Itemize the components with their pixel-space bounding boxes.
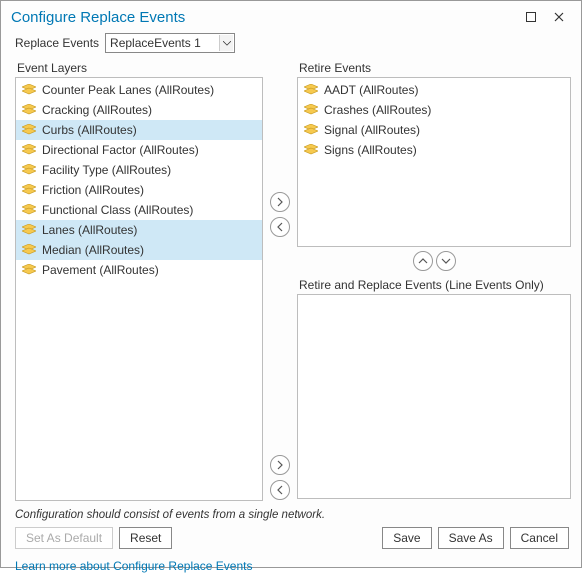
retire-events-list[interactable]: AADT (AllRoutes) Crashes (AllRoutes) Signa… <box>297 77 571 247</box>
right-column: Retire Events AADT (AllRoutes) Crashes (A… <box>297 59 571 501</box>
retire-events-item[interactable]: Signal (AllRoutes) <box>298 120 570 140</box>
titlebar: Configure Replace Events <box>1 1 581 29</box>
list-item-label: AADT (AllRoutes) <box>324 83 418 97</box>
list-item-label: Counter Peak Lanes (AllRoutes) <box>42 83 214 97</box>
retire-replace-list[interactable] <box>297 294 571 499</box>
list-item-label: Signal (AllRoutes) <box>324 123 420 137</box>
list-item-label: Lanes (AllRoutes) <box>42 223 137 237</box>
replace-events-dropdown[interactable]: ReplaceEvents 1 <box>105 33 235 53</box>
chevron-down-icon <box>219 35 233 51</box>
event-layers-item[interactable]: Facility Type (AllRoutes) <box>16 160 262 180</box>
reset-button[interactable]: Reset <box>119 527 172 549</box>
list-item-label: Crashes (AllRoutes) <box>324 103 431 117</box>
retire-transfer-group <box>270 191 290 238</box>
event-layer-icon <box>22 164 36 176</box>
event-layers-item[interactable]: Friction (AllRoutes) <box>16 180 262 200</box>
event-layer-icon <box>304 104 318 116</box>
list-item-label: Directional Factor (AllRoutes) <box>42 143 199 157</box>
hint-text: Configuration should consist of events f… <box>1 501 581 527</box>
list-item-label: Cracking (AllRoutes) <box>42 103 152 117</box>
retire-events-item[interactable]: Crashes (AllRoutes) <box>298 100 570 120</box>
retire-events-item[interactable]: Signs (AllRoutes) <box>298 140 570 160</box>
event-layers-item[interactable]: Cracking (AllRoutes) <box>16 100 262 120</box>
move-left-retrep-button[interactable] <box>270 480 290 500</box>
move-up-button[interactable] <box>413 251 433 271</box>
event-layer-icon <box>22 84 36 96</box>
event-layers-item[interactable]: Curbs (AllRoutes) <box>16 120 262 140</box>
event-layer-icon <box>22 104 36 116</box>
move-right-retrep-button[interactable] <box>270 455 290 475</box>
list-item-label: Functional Class (AllRoutes) <box>42 203 193 217</box>
list-item-label: Curbs (AllRoutes) <box>42 123 137 137</box>
event-layer-icon <box>22 184 36 196</box>
move-left-retire-button[interactable] <box>270 217 290 237</box>
replace-events-selected: ReplaceEvents 1 <box>105 33 235 53</box>
event-layers-item[interactable]: Median (AllRoutes) <box>16 240 262 260</box>
event-layers-label: Event Layers <box>17 61 263 75</box>
replace-events-label: Replace Events <box>15 36 99 50</box>
retrep-transfer-group <box>270 454 290 501</box>
list-item-label: Facility Type (AllRoutes) <box>42 163 171 177</box>
event-layer-icon <box>22 224 36 236</box>
move-right-retire-button[interactable] <box>270 192 290 212</box>
list-item-label: Median (AllRoutes) <box>42 243 144 257</box>
save-as-button[interactable]: Save As <box>438 527 504 549</box>
event-layer-icon <box>22 264 36 276</box>
list-item-label: Friction (AllRoutes) <box>42 183 144 197</box>
set-as-default-button[interactable]: Set As Default <box>15 527 113 549</box>
retire-events-label: Retire Events <box>299 61 571 75</box>
close-icon[interactable] <box>545 7 573 27</box>
event-layer-icon <box>22 144 36 156</box>
cancel-button[interactable]: Cancel <box>510 527 569 549</box>
event-layers-item[interactable]: Pavement (AllRoutes) <box>16 260 262 280</box>
event-layer-icon <box>22 124 36 136</box>
event-layers-item[interactable]: Lanes (AllRoutes) <box>16 220 262 240</box>
event-layer-icon <box>304 144 318 156</box>
window-title: Configure Replace Events <box>11 9 517 26</box>
event-layer-icon <box>22 204 36 216</box>
event-layer-icon <box>22 244 36 256</box>
main-content: Event Layers Counter Peak Lanes (AllRout… <box>1 59 581 501</box>
learn-more-link[interactable]: Learn more about Configure Replace Event… <box>1 555 581 583</box>
maximize-icon[interactable] <box>517 7 545 27</box>
retire-events-item[interactable]: AADT (AllRoutes) <box>298 80 570 100</box>
transfer-buttons-column <box>269 59 291 501</box>
event-layers-item[interactable]: Directional Factor (AllRoutes) <box>16 140 262 160</box>
event-layers-list[interactable]: Counter Peak Lanes (AllRoutes) Cracking (… <box>15 77 263 501</box>
save-button[interactable]: Save <box>382 527 431 549</box>
retire-replace-label: Retire and Replace Events (Line Events O… <box>299 278 571 292</box>
event-layer-icon <box>304 84 318 96</box>
event-layers-column: Event Layers Counter Peak Lanes (AllRout… <box>15 59 263 501</box>
dialog-window: Configure Replace Events Replace Events … <box>0 0 582 568</box>
event-layer-icon <box>304 124 318 136</box>
reorder-buttons <box>297 250 571 272</box>
move-down-button[interactable] <box>436 251 456 271</box>
list-item-label: Signs (AllRoutes) <box>324 143 417 157</box>
event-layers-item[interactable]: Functional Class (AllRoutes) <box>16 200 262 220</box>
event-layers-item[interactable]: Counter Peak Lanes (AllRoutes) <box>16 80 262 100</box>
list-item-label: Pavement (AllRoutes) <box>42 263 159 277</box>
footer-buttons: Set As Default Reset Save Save As Cancel <box>1 527 581 555</box>
replace-events-selector-row: Replace Events ReplaceEvents 1 <box>1 29 581 59</box>
